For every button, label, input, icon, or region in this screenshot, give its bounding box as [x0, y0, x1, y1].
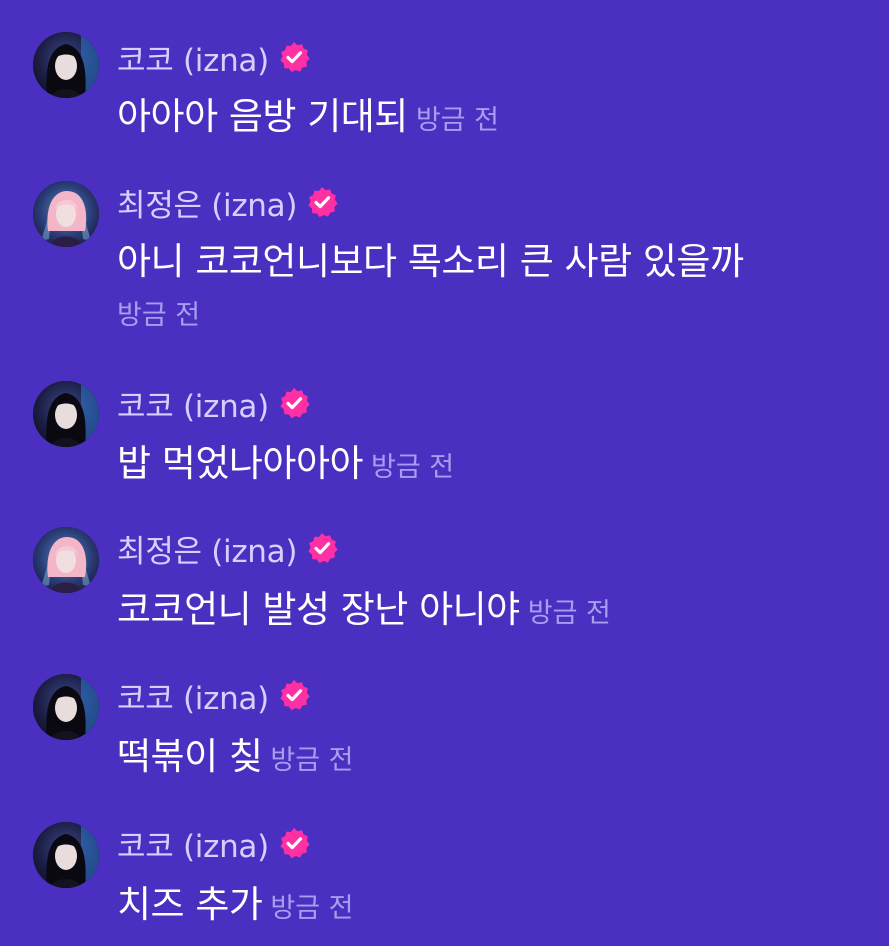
message-body: 떡볶이 칮 방금 전 [117, 726, 354, 780]
message-text: 밥 먹었나아아아 [117, 442, 364, 485]
message-body: 치즈 추가 방금 전 [117, 874, 354, 928]
message-text: 치즈 추가 [117, 883, 263, 926]
message-body: 코코언니 발성 장난 아니야 방금 전 [117, 579, 611, 633]
verified-badge-icon [305, 185, 339, 219]
sender-name[interactable]: 코코 (izna) [117, 673, 269, 718]
avatar-jungeun[interactable] [33, 527, 99, 593]
sender-row: 코코 (izna) [117, 381, 311, 426]
message-body: 아니 코코언니보다 목소리 큰 사람 있을까 [117, 231, 744, 285]
message-text: 코코언니 발성 장난 아니야 [117, 588, 520, 631]
sender-row: 코코 (izna) [117, 821, 311, 866]
avatar-koko[interactable] [33, 674, 99, 740]
sender-row: 최정은 (izna) [117, 180, 339, 225]
verified-badge-icon [277, 826, 311, 860]
chat-message-list: 코코 (izna) 아아아 음방 기대되 방금 전 최정은 (izna) 아니 코… [0, 0, 889, 946]
avatar-jungeun[interactable] [33, 181, 99, 247]
message-text: 떡볶이 칮 [117, 735, 263, 778]
message-body: 아아아 음방 기대되 방금 전 [117, 86, 499, 140]
message-timestamp: 방금 전 [117, 300, 201, 331]
message-timestamp: 방금 전 [527, 598, 611, 629]
message-text: 아니 코코언니보다 목소리 큰 사람 있을까 [117, 240, 744, 283]
sender-name[interactable]: 최정은 (izna) [117, 180, 297, 225]
verified-badge-icon [305, 531, 339, 565]
avatar-koko[interactable] [33, 381, 99, 447]
message-timestamp: 방금 전 [270, 745, 354, 776]
sender-name[interactable]: 코코 (izna) [117, 381, 269, 426]
message-timestamp: 방금 전 [270, 893, 354, 924]
message-text: 아아아 음방 기대되 [117, 95, 408, 138]
verified-badge-icon [277, 40, 311, 74]
verified-badge-icon [277, 386, 311, 420]
message-timestamp: 방금 전 [415, 105, 499, 136]
sender-name[interactable]: 코코 (izna) [117, 821, 269, 866]
sender-name[interactable]: 최정은 (izna) [117, 526, 297, 571]
sender-row: 코코 (izna) [117, 35, 311, 80]
sender-row: 최정은 (izna) [117, 526, 339, 571]
avatar-koko[interactable] [33, 822, 99, 888]
message-body: 밥 먹었나아아아 방금 전 [117, 433, 454, 487]
sender-row: 코코 (izna) [117, 673, 311, 718]
message-timestamp: 방금 전 [371, 452, 455, 483]
verified-badge-icon [277, 678, 311, 712]
avatar-koko[interactable] [33, 32, 99, 98]
sender-name[interactable]: 코코 (izna) [117, 35, 269, 80]
